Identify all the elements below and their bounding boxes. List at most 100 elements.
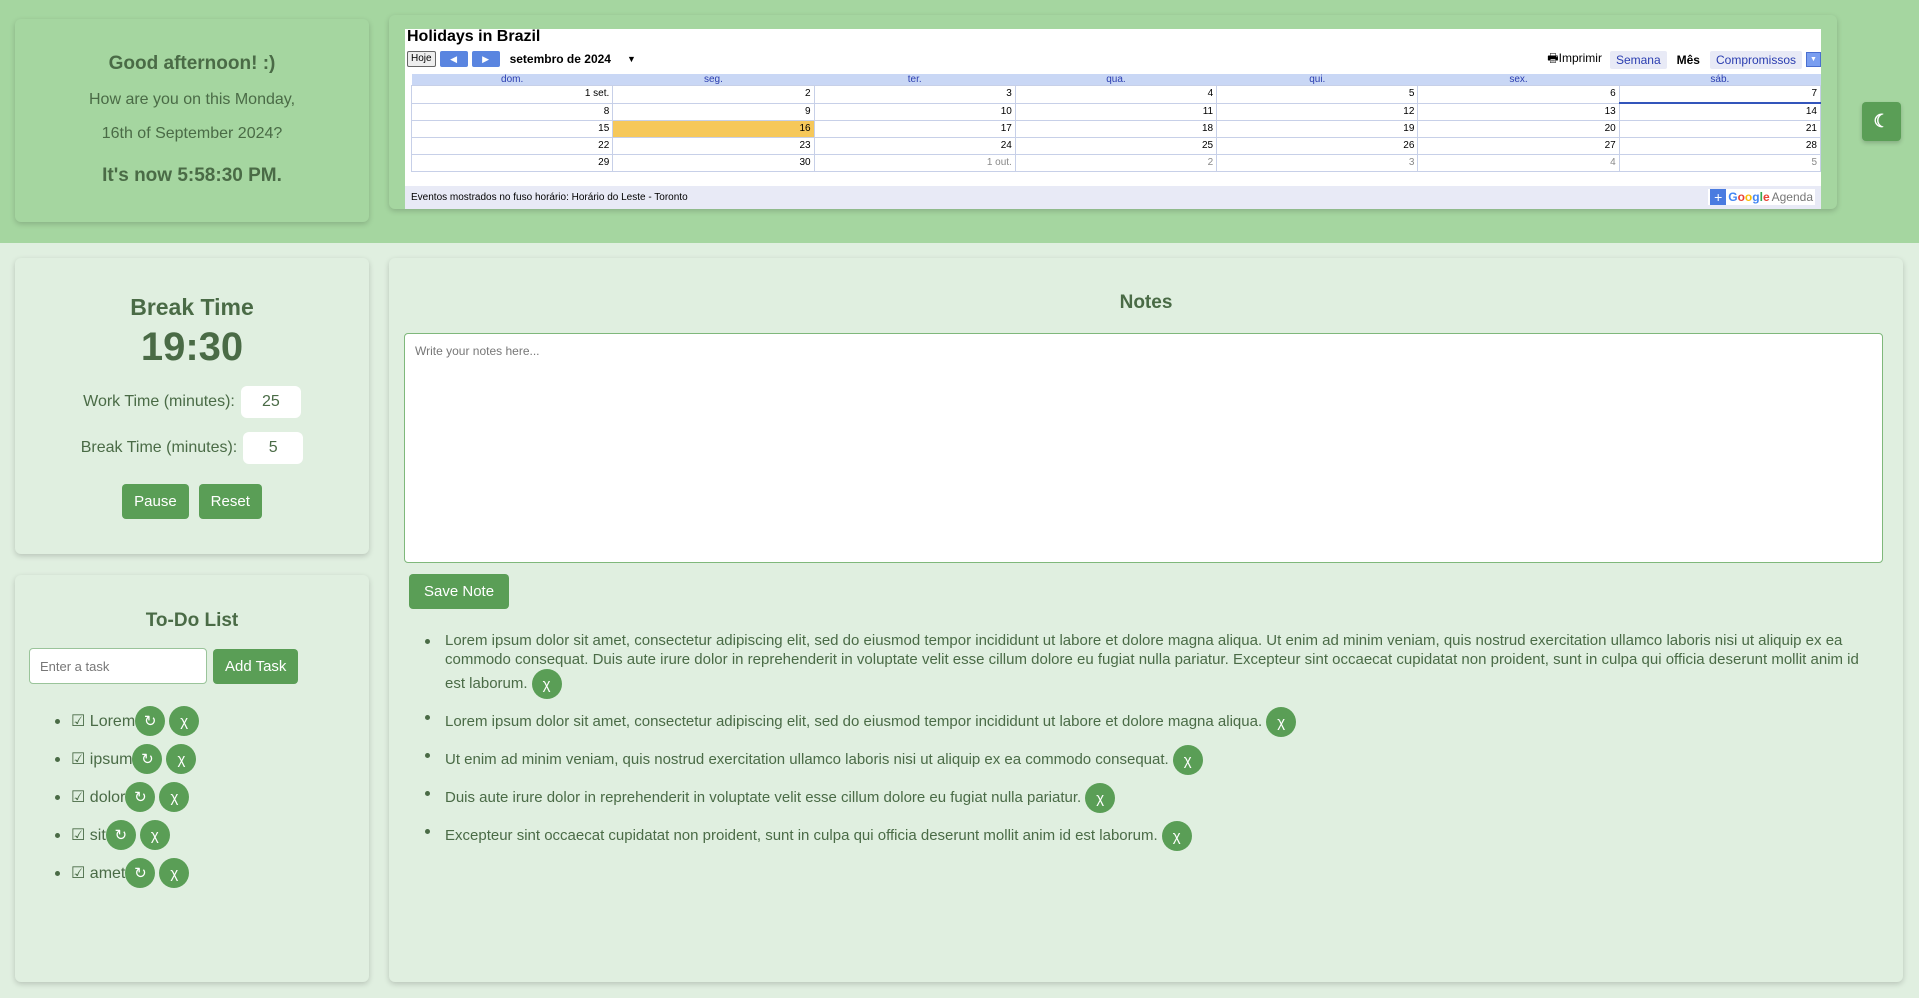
todo-item-label[interactable]: ☑ sit xyxy=(71,825,106,845)
prev-month-button[interactable]: ◀ xyxy=(439,51,468,67)
calendar-day[interactable]: 27 xyxy=(1417,137,1620,155)
task-input[interactable]: Enter a task xyxy=(29,648,207,684)
greeting-date-line2: 16th of September 2024? xyxy=(101,125,283,142)
todo-item-label[interactable]: ☑ dolor xyxy=(71,787,125,807)
timezone-note: Eventos mostrados no fuso horário: Horár… xyxy=(411,192,688,203)
theme-toggle-button[interactable]: ☾ xyxy=(1862,102,1901,141)
calendar-day[interactable]: 11 xyxy=(1014,102,1218,121)
delete-icon[interactable]: χ xyxy=(166,744,197,774)
calendar-day[interactable]: 23 xyxy=(612,137,815,155)
calendar-day[interactable]: 15 xyxy=(410,120,614,138)
todo-item: ☑ sit ↻ χ xyxy=(55,816,369,854)
calendar-day[interactable]: 3 xyxy=(1216,154,1419,172)
greeting-date-line1: How are you on this Monday, xyxy=(88,91,296,108)
calendar-day[interactable]: 2 xyxy=(1014,154,1218,172)
undo-icon[interactable]: ↻ xyxy=(135,706,166,736)
work-time-label: Work Time (minutes): xyxy=(83,393,235,410)
calendar-day[interactable]: 2 xyxy=(612,85,815,104)
calendar-day[interactable]: 17 xyxy=(813,120,1016,138)
greeting-title: Good afternoon! :) xyxy=(108,53,276,74)
todo-item-label[interactable]: ☑ amet xyxy=(71,863,125,883)
calendar-day[interactable]: 9 xyxy=(612,102,815,121)
calendar-day[interactable]: 4 xyxy=(1014,85,1218,104)
undo-icon[interactable]: ↻ xyxy=(132,744,163,774)
todo-item-label[interactable]: ☑ Lorem xyxy=(71,711,135,731)
calendar-day[interactable]: 1 set. xyxy=(410,85,614,104)
calendar-day[interactable]: 28 xyxy=(1618,137,1822,155)
break-time-input[interactable]: 5 xyxy=(243,432,304,464)
calendar-day[interactable]: 5 xyxy=(1618,154,1822,172)
note-text: Duis aute irure dolor in reprehenderit i… xyxy=(445,788,1082,806)
delete-icon[interactable]: χ xyxy=(159,782,190,812)
calendar-day[interactable]: 26 xyxy=(1216,137,1419,155)
break-time-label: Break Time (minutes): xyxy=(80,439,238,456)
calendar-day[interactable]: 24 xyxy=(813,137,1016,155)
weekday-header: seg. xyxy=(612,74,815,86)
note-item: Excepteur sint occaecat cupidatat non pr… xyxy=(421,821,1881,851)
save-note-button[interactable]: Save Note xyxy=(409,574,510,609)
weekday-header: sex. xyxy=(1417,74,1620,86)
calendar-day[interactable]: 12 xyxy=(1216,102,1419,121)
calendar-day[interactable]: 10 xyxy=(813,102,1016,121)
note-item: Lorem ipsum dolor sit amet, consectetur … xyxy=(421,631,1881,699)
view-dropdown-icon[interactable]: ▼ xyxy=(1806,52,1821,67)
notes-textarea[interactable]: Write your notes here... xyxy=(404,333,1883,563)
google-calendar-badge[interactable]: + Google Agenda xyxy=(1708,189,1815,205)
undo-icon[interactable]: ↻ xyxy=(105,820,136,850)
calendar-day[interactable]: 14 xyxy=(1618,102,1822,121)
calendar-day[interactable]: 19 xyxy=(1216,120,1419,138)
add-task-button[interactable]: Add Task xyxy=(213,648,299,684)
calendar-day[interactable]: 13 xyxy=(1417,102,1620,121)
delete-icon[interactable]: χ xyxy=(139,820,170,850)
chevron-left-icon: ◀ xyxy=(450,53,458,64)
delete-icon[interactable]: χ xyxy=(1172,745,1203,775)
delete-icon[interactable]: χ xyxy=(531,669,562,699)
reset-button[interactable]: Reset xyxy=(198,484,262,519)
calendar-day[interactable]: 8 xyxy=(410,102,614,121)
work-time-input[interactable]: 25 xyxy=(240,386,301,418)
calendar-day[interactable]: 6 xyxy=(1417,85,1620,104)
note-text: Lorem ipsum dolor sit amet, consectetur … xyxy=(445,632,1859,692)
calendar-day[interactable]: 29 xyxy=(410,154,614,172)
tab-agenda[interactable]: Compromissos xyxy=(1709,50,1802,69)
pomodoro-card: Break Time 19:30 Work Time (minutes): 25… xyxy=(15,258,369,554)
undo-icon[interactable]: ↻ xyxy=(125,858,156,888)
agenda-label: Agenda xyxy=(1771,190,1813,204)
calendar-day[interactable]: 18 xyxy=(1014,120,1218,138)
calendar-card: Holidays in Brazil Hoje ◀ ▶ setembro de … xyxy=(389,15,1837,209)
calendar-day[interactable]: 7 xyxy=(1618,85,1822,104)
calendar-day[interactable]: 20 xyxy=(1417,120,1620,138)
print-button[interactable]: 🖶Imprimir xyxy=(1547,49,1606,70)
calendar-day[interactable]: 25 xyxy=(1014,137,1218,155)
calendar-day[interactable]: 22 xyxy=(410,137,614,155)
calendar-day[interactable]: 4 xyxy=(1417,154,1620,172)
calendar-day[interactable]: 3 xyxy=(813,85,1016,104)
timer-mode-title: Break Time xyxy=(130,294,254,320)
delete-icon[interactable]: χ xyxy=(159,858,190,888)
month-dropdown-icon[interactable]: ▼ xyxy=(627,54,636,64)
google-logo: Google xyxy=(1728,190,1770,204)
calendar-grid: dom. seg. ter. qua. qui. sex. sáb. 1 set… xyxy=(410,74,1822,172)
calendar-footer: Eventos mostrados no fuso horário: Horár… xyxy=(405,186,1821,209)
delete-icon[interactable]: χ xyxy=(169,706,200,736)
delete-icon[interactable]: χ xyxy=(1161,821,1192,851)
todo-list: ☑ Lorem ↻ χ ☑ ipsum ↻ χ ☑ dolor ↻ χ ☑ sit ↻ χ ☑ … xyxy=(15,702,369,892)
delete-icon[interactable]: χ xyxy=(1085,783,1116,813)
tab-week[interactable]: Semana xyxy=(1609,50,1667,69)
timer-display: 19:30 xyxy=(140,325,244,369)
undo-icon[interactable]: ↻ xyxy=(125,782,156,812)
today-button[interactable]: Hoje xyxy=(407,51,436,67)
delete-icon[interactable]: χ xyxy=(1266,707,1297,737)
calendar-day[interactable]: 21 xyxy=(1618,120,1822,138)
todo-item-label[interactable]: ☑ ipsum xyxy=(71,749,132,769)
next-month-button[interactable]: ▶ xyxy=(471,51,500,67)
todo-item: ☑ ipsum ↻ χ xyxy=(55,740,369,778)
pause-button[interactable]: Pause xyxy=(122,484,189,519)
calendar-day-today[interactable]: 16 xyxy=(612,120,815,138)
tab-month[interactable]: Mês xyxy=(1670,50,1706,69)
calendar-day[interactable]: 30 xyxy=(612,154,815,172)
calendar-day[interactable]: 1 out. xyxy=(813,154,1016,172)
note-item: Ut enim ad minim veniam, quis nostrud ex… xyxy=(421,745,1881,775)
print-label: Imprimir xyxy=(1558,51,1602,65)
calendar-day[interactable]: 5 xyxy=(1216,85,1419,104)
